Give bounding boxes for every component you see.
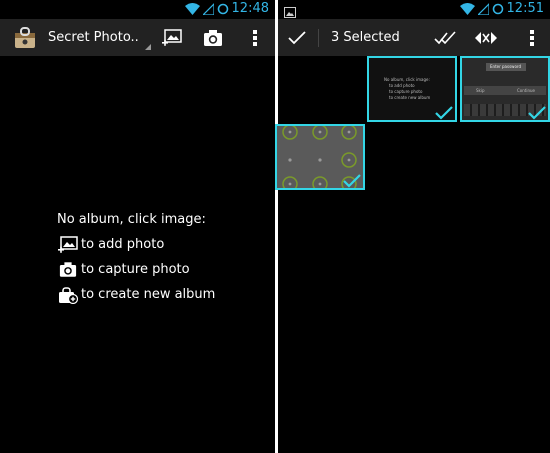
camera-icon: [204, 29, 222, 46]
wifi-icon: [184, 0, 200, 19]
battery-circle-icon: [492, 0, 504, 19]
thumb-text: Skip: [476, 88, 485, 93]
action-divider: [318, 29, 319, 47]
spinner-triangle-icon: [144, 44, 151, 50]
thumb-text: Continue: [517, 88, 535, 93]
thumb-text: to add photo: [389, 83, 415, 88]
action-bar: 3 Selected: [278, 19, 550, 56]
hint-add-photo-label: to add photo: [81, 237, 165, 252]
album-spinner[interactable]: Secret Photo..: [48, 19, 151, 56]
action-bar: Secret Photo..: [0, 19, 275, 56]
app-logo-icon[interactable]: [10, 19, 40, 56]
deselect-all-icon: [475, 31, 497, 44]
hint-create-album: to create new album: [57, 282, 215, 307]
hint-capture-photo-label: to capture photo: [81, 262, 190, 277]
status-bar: 12:51: [278, 0, 550, 18]
select-all-button[interactable]: [430, 19, 460, 56]
selected-check-icon: [343, 174, 361, 188]
photo-thumbnail-selected[interactable]: No album, click image: to add photo to c…: [367, 56, 457, 122]
checkmark-icon: [288, 30, 306, 44]
photo-thumbnail-selected[interactable]: Enter password Skip Continue: [460, 56, 550, 122]
left-screen: 12:48 Secret Photo.. No album, click ima…: [0, 0, 275, 453]
select-all-icon: [434, 30, 456, 44]
overflow-icon: [530, 29, 534, 46]
done-button[interactable]: [284, 19, 310, 56]
capture-photo-button[interactable]: [199, 19, 227, 56]
overflow-menu-button[interactable]: [245, 19, 265, 56]
album-title: Secret Photo..: [48, 30, 139, 45]
clock: 12:51: [506, 1, 544, 16]
hint-create-album-label: to create new album: [81, 287, 216, 302]
photo-thumbnail-selected[interactable]: [275, 124, 365, 190]
add-photo-icon: [162, 28, 182, 46]
camera-icon: [57, 260, 79, 280]
empty-heading: No album, click image:: [57, 212, 206, 227]
overflow-icon: [253, 29, 257, 46]
selected-check-icon: [435, 106, 453, 120]
status-bar: 12:48: [0, 0, 275, 18]
thumb-text: No album, click image:: [384, 77, 430, 82]
selection-count: 3 Selected: [331, 19, 400, 56]
hint-add-photo: to add photo: [57, 232, 215, 257]
selection-count-label: 3 Selected: [331, 30, 400, 45]
hint-capture-photo: to capture photo: [57, 257, 215, 282]
thumb-text: to create new album: [389, 95, 431, 100]
add-photo-icon: [57, 235, 79, 255]
selected-check-icon: [528, 106, 546, 120]
thumb-text: Enter password: [490, 64, 521, 69]
empty-album-hint: No album, click image: to add photo to c…: [57, 207, 215, 307]
clock: 12:48: [231, 1, 269, 16]
overflow-menu-button[interactable]: [522, 19, 542, 56]
right-screen: 12:51 3 Selected No album, click image: …: [275, 0, 550, 453]
add-photo-button[interactable]: [158, 19, 186, 56]
wifi-icon: [459, 0, 475, 19]
signal-icon: [476, 0, 490, 19]
deselect-all-button[interactable]: [471, 19, 501, 56]
thumb-text: to capture photo: [389, 89, 423, 94]
signal-icon: [201, 0, 215, 19]
new-album-icon: [57, 285, 79, 305]
battery-circle-icon: [217, 0, 229, 19]
